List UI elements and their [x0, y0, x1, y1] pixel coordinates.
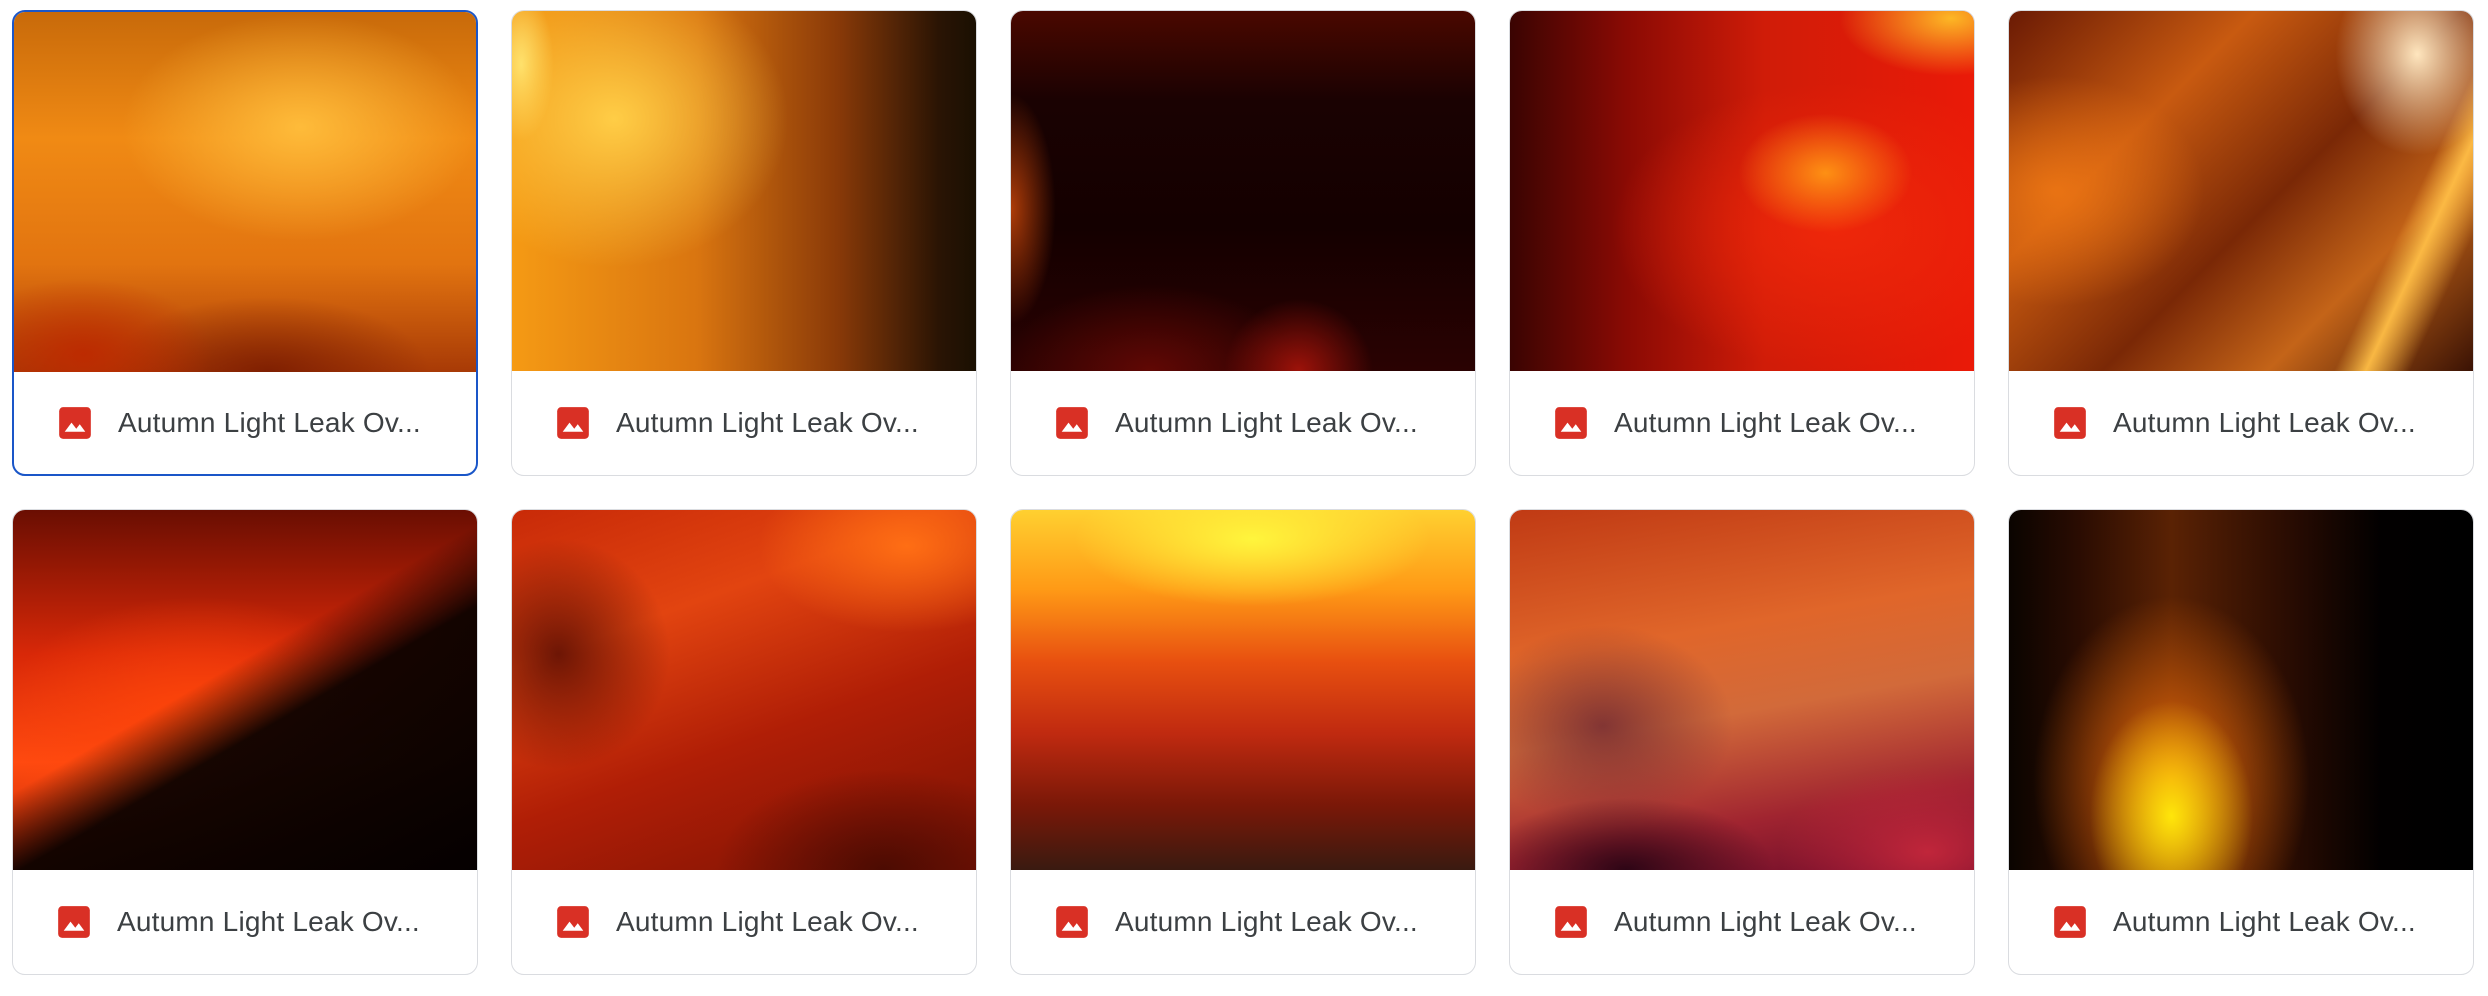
image-file-icon [58, 906, 90, 938]
file-thumbnail[interactable] [1011, 11, 1475, 371]
file-thumbnail[interactable] [2009, 11, 2473, 371]
file-thumbnail[interactable] [1510, 510, 1974, 870]
file-caption[interactable]: Autumn Light Leak Ov... [512, 371, 976, 475]
file-caption[interactable]: Autumn Light Leak Ov... [2009, 870, 2473, 974]
file-thumbnail[interactable] [13, 510, 477, 870]
image-file-icon [557, 906, 589, 938]
image-file-icon [1555, 407, 1587, 439]
file-caption[interactable]: Autumn Light Leak Ov... [1510, 371, 1974, 475]
file-caption[interactable]: Autumn Light Leak Ov... [1011, 371, 1475, 475]
file-card[interactable]: Autumn Light Leak Ov... [511, 509, 977, 975]
file-card[interactable]: Autumn Light Leak Ov... [12, 509, 478, 975]
file-caption[interactable]: Autumn Light Leak Ov... [1510, 870, 1974, 974]
file-grid: Autumn Light Leak Ov... Autumn Light Lea… [12, 10, 2474, 975]
image-file-icon [1555, 906, 1587, 938]
file-card[interactable]: Autumn Light Leak Ov... [1509, 509, 1975, 975]
file-card[interactable]: Autumn Light Leak Ov... [1010, 509, 1476, 975]
file-thumbnail[interactable] [14, 12, 476, 372]
file-caption[interactable]: Autumn Light Leak Ov... [13, 870, 477, 974]
file-thumbnail[interactable] [2009, 510, 2473, 870]
file-caption[interactable]: Autumn Light Leak Ov... [512, 870, 976, 974]
file-thumbnail[interactable] [1510, 11, 1974, 371]
file-name: Autumn Light Leak Ov... [117, 906, 420, 937]
image-file-icon [59, 407, 91, 439]
image-file-icon [557, 407, 589, 439]
file-caption[interactable]: Autumn Light Leak Ov... [14, 372, 476, 474]
file-name: Autumn Light Leak Ov... [1614, 407, 1917, 438]
image-file-icon [1056, 906, 1088, 938]
file-name: Autumn Light Leak Ov... [1614, 906, 1917, 937]
file-name: Autumn Light Leak Ov... [118, 407, 421, 438]
file-card[interactable]: Autumn Light Leak Ov... [1509, 10, 1975, 476]
file-caption[interactable]: Autumn Light Leak Ov... [1011, 870, 1475, 974]
file-thumbnail[interactable] [512, 510, 976, 870]
file-name: Autumn Light Leak Ov... [616, 906, 919, 937]
file-name: Autumn Light Leak Ov... [1115, 407, 1418, 438]
file-thumbnail[interactable] [512, 11, 976, 371]
image-file-icon [1056, 407, 1088, 439]
file-card[interactable]: Autumn Light Leak Ov... [2008, 509, 2474, 975]
file-name: Autumn Light Leak Ov... [1115, 906, 1418, 937]
file-name: Autumn Light Leak Ov... [616, 407, 919, 438]
file-card[interactable]: Autumn Light Leak Ov... [12, 10, 478, 476]
file-card[interactable]: Autumn Light Leak Ov... [1010, 10, 1476, 476]
file-name: Autumn Light Leak Ov... [2113, 906, 2416, 937]
file-caption[interactable]: Autumn Light Leak Ov... [2009, 371, 2473, 475]
file-name: Autumn Light Leak Ov... [2113, 407, 2416, 438]
file-card[interactable]: Autumn Light Leak Ov... [511, 10, 977, 476]
file-card[interactable]: Autumn Light Leak Ov... [2008, 10, 2474, 476]
image-file-icon [2054, 407, 2086, 439]
file-thumbnail[interactable] [1011, 510, 1475, 870]
image-file-icon [2054, 906, 2086, 938]
